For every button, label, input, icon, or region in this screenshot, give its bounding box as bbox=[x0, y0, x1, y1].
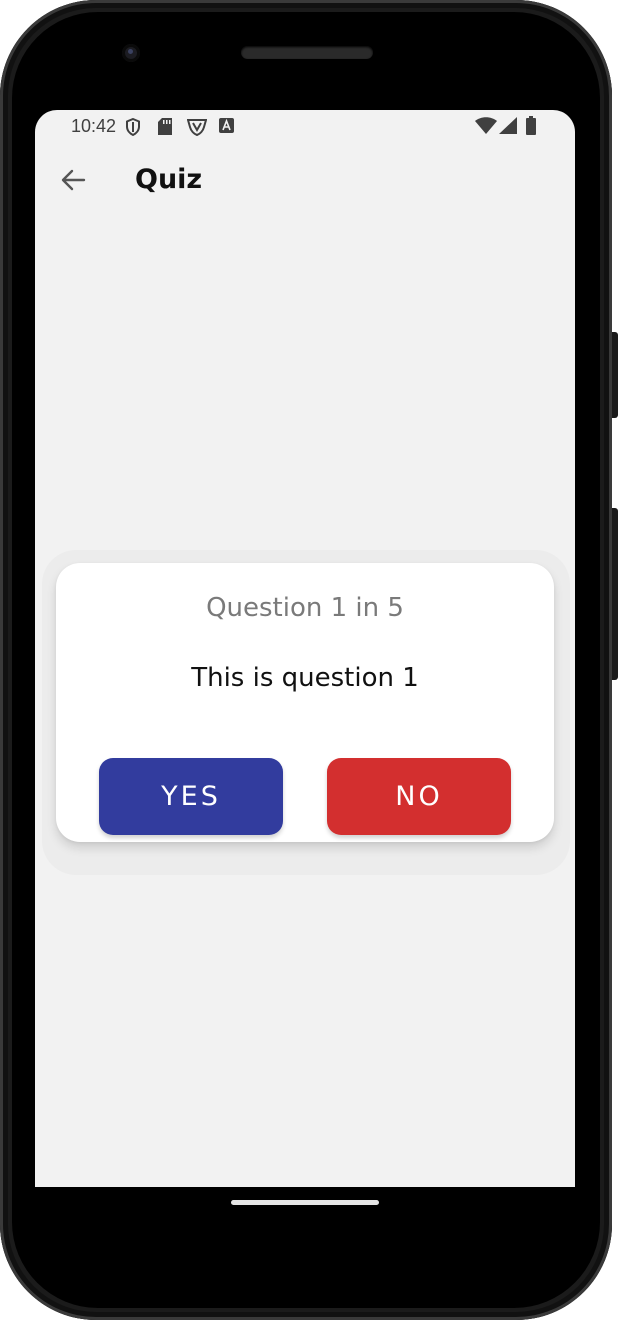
yes-button[interactable]: YES bbox=[99, 758, 283, 835]
shield-icon bbox=[125, 117, 141, 140]
keyboard-a-icon bbox=[219, 118, 234, 137]
status-time: 10:42 bbox=[71, 116, 117, 136]
page-title: Quiz bbox=[135, 164, 203, 195]
screen: 10:42 Quiz Question 1 in 5 This is quest… bbox=[35, 110, 575, 1187]
status-bar: 10:42 bbox=[35, 110, 575, 144]
question-card: Question 1 in 5 This is question 1 YES N… bbox=[56, 563, 554, 842]
volume-button bbox=[612, 508, 618, 680]
earpiece-speaker bbox=[241, 46, 373, 59]
front-camera bbox=[122, 44, 140, 62]
power-button bbox=[612, 332, 618, 418]
arrow-back-icon bbox=[60, 169, 86, 195]
no-button[interactable]: NO bbox=[327, 758, 511, 835]
wifi-icon bbox=[475, 117, 497, 138]
question-counter: Question 1 in 5 bbox=[206, 593, 404, 623]
battery-icon bbox=[526, 116, 536, 139]
vpn-shield-icon bbox=[186, 118, 208, 140]
home-indicator[interactable] bbox=[231, 1200, 379, 1205]
signal-icon bbox=[499, 117, 517, 138]
sd-card-icon bbox=[158, 118, 172, 139]
question-text: This is question 1 bbox=[191, 663, 419, 693]
back-button[interactable] bbox=[53, 162, 93, 202]
app-bar: Quiz bbox=[35, 144, 575, 216]
